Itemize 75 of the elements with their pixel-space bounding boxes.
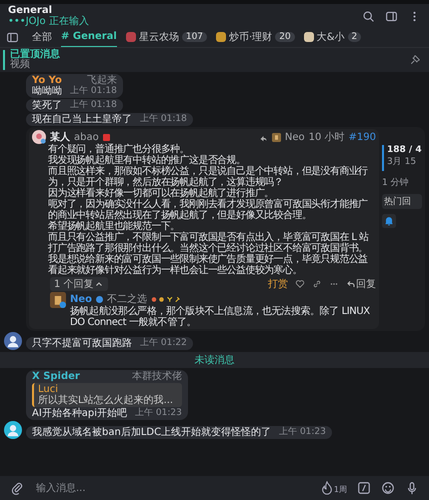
message-input[interactable]: 输入消息... [34,482,310,494]
post-paragraph: 我发现扬帆起航里有中转站的推广这是否合规。 [48,155,246,166]
post-paragraph: 因为这样看来好像一切都可以在扬帆起航了进行推广。 [48,188,274,199]
message-text: 只字不提富可敌国跑路 [32,338,132,350]
caret-icon [94,280,103,288]
sidebar-icon[interactable] [6,31,19,44]
attach-icon[interactable] [10,481,24,495]
message-time: 上午 01:23 [135,409,182,420]
search-icon[interactable] [362,10,375,22]
pinned-label[interactable]: 已置顶消息 [10,50,409,60]
timeline-ago: 1 分钟 [382,176,410,189]
quote-text: 所以其实L站怎么火起来的我... [38,395,174,406]
post-paragraph: 希望扬帆起航里也能规范一下。 [48,221,180,232]
sender-name[interactable]: X Spider [32,371,80,382]
post-paragraph: 而且照这样来，那假如不标榜公益，只是说自己是个中转站，但是没有商业行为，只是开个群聊，然后放在扬帆起航了，这算违规吗？ [48,166,369,188]
flair-icon [102,134,110,140]
message-text: AI开始各种api开始吧 [32,408,128,420]
bell-icon[interactable] [382,214,396,228]
side-panel-icon[interactable] [385,10,398,22]
microphone-icon[interactable] [405,481,419,495]
author-name[interactable]: 某人 [50,130,70,144]
user-avatar [50,292,66,308]
folder-tab[interactable]: 星云农场 107 [126,27,208,48]
badge-icons-drawing [151,296,182,302]
pinned-text: 视频 [10,60,31,70]
post-paragraph: 有个疑问，普通推广也分很多种。 [48,144,190,155]
replies-toggle[interactable]: 1 个回复 [50,277,108,291]
user-avatar[interactable] [4,421,22,440]
heart-icon[interactable] [295,279,305,289]
user-avatar [272,132,281,142]
verified-icon [96,296,104,302]
author-username[interactable]: abao [74,132,99,142]
link-icon[interactable] [312,279,322,289]
member-tag: 本群技术佬 [132,371,182,382]
pin-list-icon[interactable] [409,54,421,66]
message-time: 上午 01:18 [70,87,117,97]
reply-text: 扬帆起航没那么严格，那个版块不上信息流，也无法搜索。除了 LINUX DO Connect 一般就不管了。 [70,306,371,328]
chat-title: General [8,5,53,16]
quote-author: Luci [38,384,58,396]
member-tag: 飞起来 [86,75,117,86]
user-avatar [32,130,46,144]
timeline-date: 3月 15 [387,156,418,168]
post-age: 10 小时 [308,130,345,144]
message-time: 上午 01:18 [70,101,117,111]
folder-tab[interactable]: 全部 [32,27,52,48]
reply-button[interactable]: 回复 [346,277,376,291]
user-title: 不二之选 [107,292,148,306]
emoji-icon[interactable] [381,481,395,495]
command-icon[interactable] [357,481,371,495]
post-paragraph: 而且只有公益推广，不限制一下富可敌国是否有点出入，毕竟富可敌国在 L 站打广告跑路了那很那付出什么。当然这个已经讨论过社区不给富可敌国背书。 [48,232,370,254]
reply-to-name[interactable]: Neo [284,132,305,142]
hot-replies-button[interactable]: 热门回 [382,194,422,209]
author-name[interactable]: Neo [70,294,92,304]
auto-delete-timer-button[interactable]: 1周 [320,481,347,495]
message-composer[interactable]: 输入消息... 1周 [0,476,429,500]
user-avatar[interactable] [4,332,22,350]
timeline-position: 188 / 4 [387,145,422,155]
quoted-message[interactable]: Luci 所以其实L站怎么火起来的我... [32,383,182,408]
sender-name[interactable]: Yo Yo [32,75,62,86]
message-text: 现在自己当上土皇帝了 [32,114,132,125]
reply-arrow-icon [347,280,355,288]
message-time: 上午 01:22 [140,339,187,350]
message-time: 上午 01:18 [140,115,187,125]
folder-tab[interactable]: 大&小 2 [304,27,362,48]
message-time: 上午 01:23 [279,428,326,438]
post-number[interactable]: #190 [348,132,376,142]
message-text: 我感觉从域名被ban后加LDC上线开始就变得怪怪的了 [32,427,272,438]
folder-tab[interactable]: 炒币·理财 20 [216,27,295,48]
post-paragraph: 我是想说给新来的富可敌国一些限制来使广告质量更好一点，毕竟只规范公益看起来就好像针对公益行为一样也会让一些公益使较为寒心。 [48,254,369,276]
message-text: 笑死了 [32,100,62,111]
message-text: 呦呦呦 [32,86,62,97]
typing-status: •••JOJo 正在输入 [8,16,90,27]
tip-button[interactable]: 打赏 [268,277,288,291]
forum-screenshot[interactable] [26,127,425,332]
post-paragraph: 呃对了，因为确实没什么人看，我刚刚去看才发现原曾富可敌国头衔才能推广的商业中转站居然出现在了扬帆起航了，但是好像又比较合理。 [48,199,369,221]
